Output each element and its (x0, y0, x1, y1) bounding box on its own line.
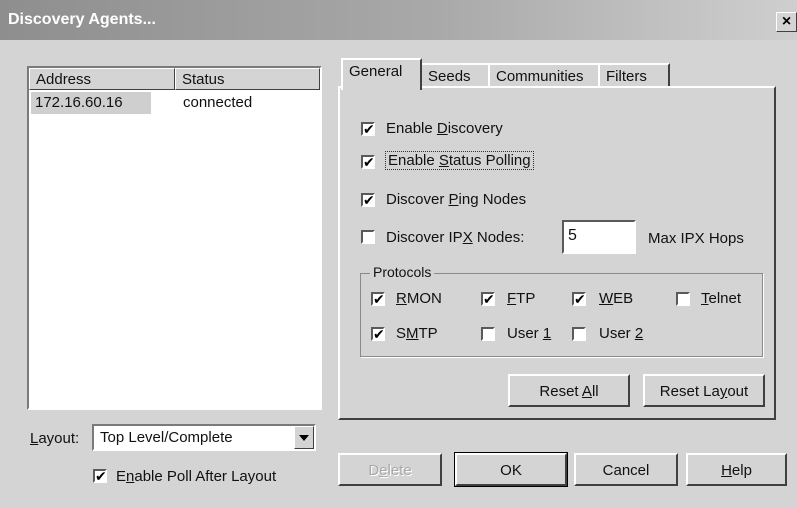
reset-all-button[interactable]: Reset All (508, 374, 630, 407)
user2-checkbox[interactable] (572, 327, 586, 341)
enable-poll-after-layout-checkbox[interactable]: ✔ (93, 469, 107, 483)
rmon-label[interactable]: RMON (396, 290, 442, 307)
enable-discovery-label[interactable]: Enable Discovery (386, 120, 503, 137)
column-header-status[interactable]: Status (175, 68, 320, 90)
row-address: 172.16.60.16 (35, 94, 123, 111)
discover-ping-nodes-checkbox[interactable]: ✔ (361, 193, 375, 207)
tab-general[interactable]: General (341, 58, 422, 90)
protocols-group (360, 273, 763, 357)
title-bar: Discovery Agents... (0, 0, 797, 40)
tab-seeds[interactable]: Seeds (420, 63, 490, 88)
ftp-label[interactable]: FTP (507, 290, 535, 307)
user2-label[interactable]: User 2 (599, 325, 643, 342)
web-checkbox[interactable]: ✔ (572, 292, 586, 306)
protocols-group-title: Protocols (370, 264, 435, 280)
reset-layout-button[interactable]: Reset Layout (643, 374, 765, 407)
enable-status-polling-checkbox[interactable]: ✔ (361, 155, 375, 169)
user1-label[interactable]: User 1 (507, 325, 551, 342)
check-icon: ✔ (363, 121, 375, 137)
help-button[interactable]: Help (686, 453, 787, 486)
row-status: connected (183, 94, 253, 111)
list-header: Address Status (29, 68, 320, 90)
discover-ping-nodes-label[interactable]: Discover Ping Nodes (386, 191, 526, 208)
ftp-checkbox[interactable]: ✔ (481, 292, 495, 306)
check-icon: ✔ (373, 326, 385, 342)
cancel-button[interactable]: Cancel (574, 453, 678, 486)
discovery-agents-dialog: Discovery Agents... × Address Status 172… (0, 0, 797, 508)
smtp-checkbox[interactable]: ✔ (371, 327, 385, 341)
telnet-checkbox[interactable] (676, 292, 690, 306)
check-icon: ✔ (363, 192, 375, 208)
discover-ipx-nodes-checkbox[interactable] (361, 230, 375, 244)
list-row[interactable]: 172.16.60.16 connected (29, 92, 320, 114)
check-icon: ✔ (95, 468, 107, 484)
check-icon: ✔ (363, 154, 375, 170)
delete-button[interactable]: Delete (338, 453, 442, 486)
rmon-checkbox[interactable]: ✔ (371, 292, 385, 306)
close-icon: × (781, 13, 792, 30)
chevron-down-icon[interactable] (294, 426, 314, 449)
layout-dropdown[interactable]: Top Level/Complete (92, 424, 316, 451)
enable-poll-after-layout-label[interactable]: Enable Poll After Layout (116, 468, 276, 485)
user1-checkbox[interactable] (481, 327, 495, 341)
column-header-address[interactable]: Address (29, 68, 175, 90)
tab-communities[interactable]: Communities (488, 63, 600, 88)
close-button[interactable]: × (776, 12, 797, 32)
agents-list[interactable]: Address Status 172.16.60.16 connected (27, 66, 322, 410)
smtp-label[interactable]: SMTP (396, 325, 438, 342)
tab-filters[interactable]: Filters (598, 63, 670, 88)
max-ipx-hops-input[interactable]: 5 (562, 220, 636, 254)
window-title: Discovery Agents... (8, 11, 156, 28)
web-label[interactable]: WEB (599, 290, 633, 307)
enable-status-polling-label[interactable]: Enable Status Polling (385, 151, 534, 170)
layout-dropdown-value: Top Level/Complete (100, 429, 233, 446)
check-icon: ✔ (483, 291, 495, 307)
enable-discovery-checkbox[interactable]: ✔ (361, 122, 375, 136)
max-ipx-hops-label: Max IPX Hops (648, 230, 744, 247)
telnet-label[interactable]: Telnet (701, 290, 741, 307)
layout-label: Layout: (30, 430, 80, 447)
check-icon: ✔ (574, 291, 586, 307)
discover-ipx-nodes-label[interactable]: Discover IPX Nodes: (386, 229, 524, 246)
ok-button[interactable]: OK (454, 452, 568, 487)
check-icon: ✔ (373, 291, 385, 307)
